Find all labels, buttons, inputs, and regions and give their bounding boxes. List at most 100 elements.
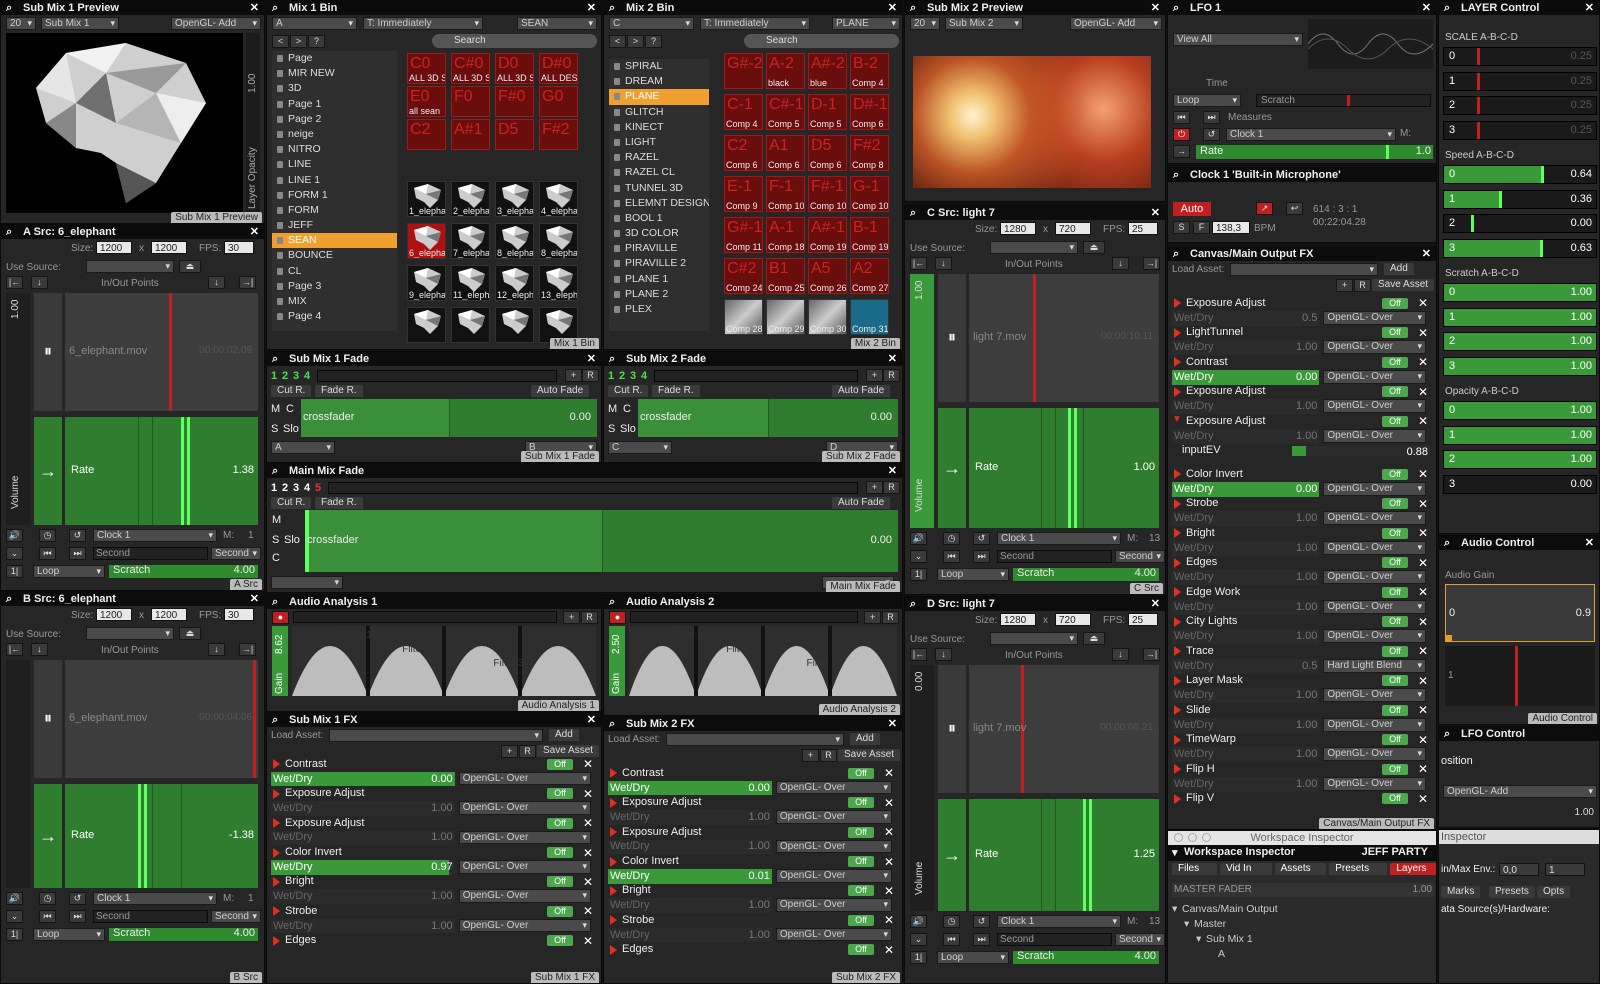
remove-effect-icon[interactable]: ✕ (1418, 497, 1428, 511)
search-field[interactable]: Search (432, 34, 597, 48)
down-arrow-icon[interactable]: ↓ (208, 643, 225, 656)
clip-slot[interactable]: C2 (407, 119, 446, 150)
blend-mode-select[interactable]: OpenGL- Over (458, 889, 591, 903)
r-button[interactable]: R (883, 481, 900, 494)
rewind-button[interactable]: ⏮ (1173, 111, 1190, 124)
expand-icon[interactable] (610, 797, 617, 808)
seconds-select[interactable]: Second (211, 910, 261, 923)
search-icon[interactable]: ⌕ (609, 595, 615, 609)
cut-rate-label[interactable]: Cut R. (608, 385, 649, 397)
clip-slot[interactable]: D#-1 Comp 6 (850, 94, 889, 130)
remove-effect-icon[interactable]: ✕ (1418, 792, 1428, 806)
bank-number[interactable]: 4 (304, 482, 310, 494)
expand-icon[interactable] (1174, 498, 1181, 509)
search-icon[interactable]: ⌕ (272, 595, 278, 609)
close-icon[interactable]: ✕ (1151, 206, 1160, 220)
expand-icon[interactable] (1174, 327, 1181, 338)
sync-icon[interactable]: ↺ (973, 532, 990, 545)
tree-node[interactable]: ▾ Master (1184, 918, 1226, 930)
clip-slot[interactable]: F#2 Comp 8 (850, 135, 889, 171)
remove-effect-icon[interactable]: ✕ (583, 934, 593, 948)
out-point-icon[interactable]: →| (1143, 257, 1160, 270)
fade-rate-label[interactable]: Fade R. (652, 385, 700, 397)
fps-field[interactable]: 25 (1128, 222, 1158, 235)
use-source-select[interactable] (86, 627, 174, 640)
expand-icon[interactable] (1174, 469, 1181, 480)
direction-arrow-icon[interactable]: → (34, 417, 62, 525)
wet-dry-slider[interactable]: Wet/Dry 0.97 (271, 859, 455, 875)
clip-slot[interactable]: D5 (495, 119, 534, 150)
clip-slot[interactable]: 11_eleph (451, 265, 490, 301)
remove-effect-icon[interactable]: ✕ (884, 884, 894, 898)
effect-row[interactable]: Edges Off ✕ (1172, 556, 1432, 571)
blend-mode-select[interactable]: OpenGL- Over (1323, 340, 1426, 354)
remove-effect-icon[interactable]: ✕ (1418, 326, 1428, 340)
wet-dry-row[interactable]: Wet/Dry 0.5 Hard Light Blend (1172, 658, 1432, 674)
blend-mode-select[interactable]: OpenGL- Over (1323, 629, 1426, 644)
close-icon[interactable]: ✕ (1151, 597, 1160, 611)
expand-icon[interactable] (1174, 734, 1181, 745)
wet-dry-row[interactable]: Wet/Dry 1.00 OpenGL- Over (1172, 428, 1432, 444)
auto-fade-button[interactable]: Auto Fade (832, 385, 891, 397)
blend-mode-select[interactable]: OpenGL- Over (775, 868, 892, 883)
wet-dry-slider[interactable]: Wet/Dry 1.00 (1172, 717, 1320, 733)
gain-slider[interactable]: 2.50 Gain (609, 626, 625, 696)
search-icon[interactable]: ⌕ (1173, 247, 1179, 261)
sync-icon[interactable]: ↺ (1203, 128, 1220, 141)
view-select[interactable]: View All (1173, 33, 1303, 46)
add-button[interactable]: Add (1384, 263, 1414, 275)
effect-row[interactable]: Bright Off ✕ (1172, 526, 1432, 541)
add-icon[interactable]: + (866, 481, 883, 494)
close-icon[interactable]: ✕ (1585, 536, 1594, 550)
search-icon[interactable]: ⌕ (1444, 1, 1450, 15)
bank-number[interactable]: 1 (608, 370, 614, 382)
rewind-icon[interactable]: ⏮ (39, 910, 56, 923)
effect-row[interactable]: Bright Off ✕ (608, 884, 898, 899)
remove-effect-icon[interactable]: ✕ (1418, 467, 1428, 481)
collapse-icon[interactable]: ▾ (1172, 846, 1178, 859)
blend-mode-select[interactable]: OpenGL- Over (1323, 428, 1426, 443)
blend-mode-select[interactable]: Hard Light Blend (1323, 658, 1426, 673)
remove-effect-icon[interactable]: ✕ (1418, 585, 1428, 599)
load-asset-select[interactable] (1230, 263, 1378, 276)
bin-page-item[interactable]: KINECT (609, 120, 709, 135)
bin-page-item[interactable]: PLANE 1 (609, 272, 709, 287)
bypass-toggle[interactable]: Off (848, 944, 874, 956)
height-field[interactable]: 1200 (151, 241, 187, 254)
auto-button[interactable]: Auto (1173, 202, 1211, 216)
width-field[interactable]: 1200 (96, 241, 132, 254)
r-button[interactable]: R (581, 611, 598, 624)
clip-slot[interactable]: Comp 31 (850, 299, 889, 335)
bypass-toggle[interactable]: Off (1382, 616, 1408, 628)
clip-slot[interactable]: A1 Comp 6 (766, 135, 805, 171)
bank-number[interactable]: 3 (293, 370, 299, 382)
wet-dry-row[interactable]: Wet/Dry 1.00 OpenGL- Over (608, 898, 898, 913)
clip-slot[interactable]: G#-2 (724, 53, 763, 89)
blend-mode-select[interactable]: OpenGL- Over (1323, 310, 1426, 325)
slider-row[interactable]: 2 0.00 (1443, 214, 1597, 233)
clip-slot[interactable]: 2_elepha (451, 181, 490, 217)
clip-slot[interactable]: D0 ALL 3D S (495, 53, 534, 84)
add-icon[interactable]: + (565, 369, 582, 382)
bypass-toggle[interactable]: Off (1382, 468, 1408, 480)
r-button[interactable]: R (883, 369, 900, 382)
r-button[interactable]: R (882, 611, 899, 624)
expand-icon[interactable] (1174, 705, 1181, 716)
wet-dry-row[interactable]: Wet/Dry 1.00 OpenGL- Over (1172, 717, 1432, 733)
inspector-tab[interactable]: Marks (1441, 886, 1481, 898)
remove-effect-icon[interactable]: ✕ (583, 816, 593, 830)
clip-slot[interactable]: B1 Comp 25 (766, 258, 805, 294)
bypass-toggle[interactable]: Off (848, 797, 874, 809)
wet-dry-slider[interactable]: Wet/Dry 1.00 (1172, 599, 1320, 615)
collapse-icon[interactable]: ▼ (1172, 414, 1182, 425)
expand-icon[interactable] (1174, 793, 1181, 804)
fade-rate-label[interactable]: Fade R. (315, 497, 363, 509)
env-min-field[interactable]: 0,0 (1499, 863, 1539, 876)
workspace-tab[interactable]: Vid In (1220, 863, 1272, 875)
workspace-tab[interactable]: Files (1172, 863, 1217, 875)
bypass-toggle[interactable]: Off (1382, 734, 1408, 746)
tree-node[interactable]: ▾ Sub Mix 1 (1196, 933, 1253, 945)
effect-row[interactable]: Strobe Off ✕ (608, 913, 898, 928)
clip-slot[interactable]: Comp 30 (808, 299, 847, 335)
wet-dry-slider[interactable]: Wet/Dry 0.5 (1172, 310, 1320, 326)
